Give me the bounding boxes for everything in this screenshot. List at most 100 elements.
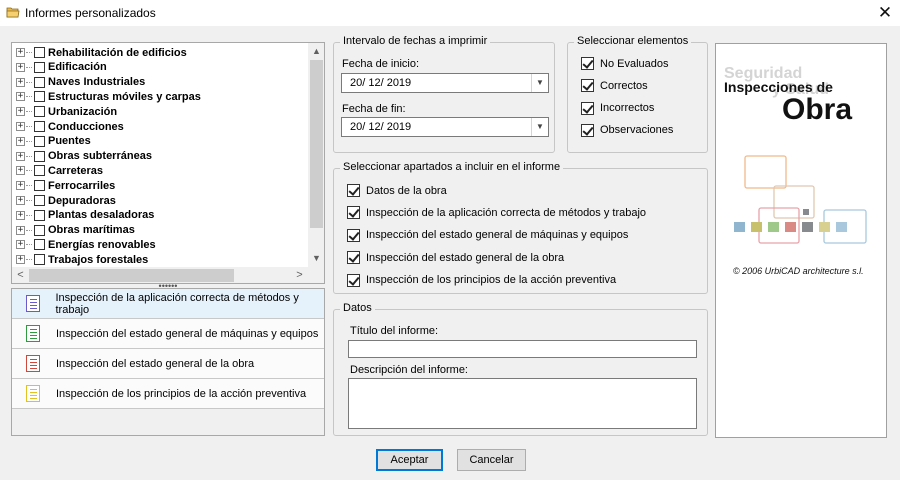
scroll-up-icon[interactable]: ▲	[308, 43, 324, 60]
tree-vertical-scrollbar[interactable]: ▲ ▼	[308, 43, 324, 267]
tree-item-checkbox[interactable]	[34, 91, 45, 103]
element-option[interactable]: No Evaluados	[581, 57, 669, 70]
expand-icon[interactable]: +	[16, 62, 25, 72]
tree-item-checkbox[interactable]	[34, 47, 45, 58]
tree-item-checkbox[interactable]	[34, 195, 45, 206]
section-option[interactable]: Inspección de los principios de la acció…	[347, 273, 617, 287]
report-item[interactable]: Inspección de la aplicación correcta de …	[12, 289, 324, 319]
expand-icon[interactable]: +	[16, 107, 25, 117]
report-item[interactable]: Inspección del estado general de máquina…	[12, 319, 324, 349]
tree-item[interactable]: + Carreteras	[16, 163, 103, 178]
tree-item-checkbox[interactable]	[34, 76, 45, 88]
tree-item-checkbox[interactable]	[34, 106, 45, 118]
section-checkbox[interactable]	[347, 273, 360, 287]
tree-horizontal-scroll-thumb[interactable]	[29, 269, 234, 282]
section-checkbox[interactable]	[347, 184, 360, 197]
element-checkbox[interactable]	[581, 123, 594, 137]
report-description-input[interactable]	[348, 378, 697, 429]
report-title-input[interactable]	[348, 340, 697, 358]
section-option[interactable]: Datos de la obra	[347, 184, 447, 197]
tree-item[interactable]: + Trabajos forestales	[16, 252, 148, 267]
tree-item[interactable]: + Depuradoras	[16, 193, 116, 208]
tree-item-checkbox[interactable]	[34, 150, 45, 162]
section-checkbox[interactable]	[347, 228, 360, 242]
expand-icon[interactable]: +	[16, 210, 25, 220]
tree-item-checkbox[interactable]	[34, 254, 45, 266]
tree-connector	[26, 66, 32, 68]
report-list[interactable]: Inspección de la aplicación correcta de …	[11, 288, 325, 436]
expand-icon[interactable]: +	[16, 92, 25, 102]
tree-item[interactable]: + Obras marítimas	[16, 223, 135, 238]
tree-item-checkbox[interactable]	[34, 224, 45, 236]
tree-item-checkbox[interactable]	[34, 239, 45, 251]
element-option[interactable]: Incorrectos	[581, 101, 654, 115]
accept-button[interactable]: Aceptar	[376, 449, 443, 471]
report-item[interactable]: Inspección del estado general de la obra	[12, 349, 324, 379]
cancel-button[interactable]: Cancelar	[457, 449, 526, 471]
tree-item-checkbox[interactable]	[34, 135, 45, 147]
tree-item[interactable]: + Urbanización	[16, 104, 117, 119]
chevron-down-icon[interactable]: ▼	[531, 118, 548, 136]
expand-icon[interactable]: +	[16, 240, 25, 250]
tree-item-label: Ferrocarriles	[48, 179, 116, 192]
tree-item[interactable]: + Plantas desaladoras	[16, 208, 154, 223]
expand-icon[interactable]: +	[16, 48, 25, 57]
element-checkbox[interactable]	[581, 57, 594, 70]
element-checkbox[interactable]	[581, 101, 594, 115]
scroll-right-icon[interactable]: >	[291, 267, 308, 283]
section-label: Inspección del estado general de la obra	[366, 251, 565, 264]
tree-item[interactable]: + Obras subterráneas	[16, 149, 152, 164]
tree-item[interactable]: + Edificación	[16, 60, 107, 75]
scroll-down-icon[interactable]: ▼	[308, 250, 324, 267]
report-document-icon	[26, 355, 40, 372]
section-option[interactable]: Inspección del estado general de la obra	[347, 251, 565, 265]
tree-item-checkbox[interactable]	[34, 209, 45, 221]
tree-connector	[26, 259, 32, 261]
section-checkbox[interactable]	[347, 206, 360, 220]
expand-icon[interactable]: +	[16, 122, 25, 131]
tree-item-checkbox[interactable]	[34, 121, 45, 132]
expand-icon[interactable]: +	[16, 196, 25, 205]
close-button[interactable]: ✕	[872, 2, 898, 24]
section-label: Inspección de los principios de la acció…	[366, 274, 617, 287]
end-date-picker[interactable]: 20/ 12/ 2019 ▼	[341, 117, 549, 137]
category-tree[interactable]: + Rehabilitación de edificios + Edificación…	[11, 42, 325, 284]
expand-icon[interactable]: +	[16, 77, 25, 87]
tree-item[interactable]: + Conducciones	[16, 119, 124, 134]
tree-item-label: Rehabilitación de edificios	[48, 46, 187, 59]
tree-vertical-scroll-thumb[interactable]	[310, 60, 323, 228]
tree-item[interactable]: + Naves Industriales	[16, 75, 145, 90]
section-checkbox[interactable]	[347, 251, 360, 265]
start-date-picker[interactable]: 20/ 12/ 2019 ▼	[341, 73, 549, 93]
element-checkbox[interactable]	[581, 79, 594, 93]
expand-icon[interactable]: +	[16, 181, 25, 191]
element-option[interactable]: Observaciones	[581, 123, 673, 137]
element-option[interactable]: Correctos	[581, 79, 648, 93]
tree-item-checkbox[interactable]	[34, 180, 45, 192]
tree-item-checkbox[interactable]	[34, 165, 45, 177]
expand-icon[interactable]: +	[16, 225, 25, 235]
tree-item[interactable]: + Puentes	[16, 134, 91, 149]
expand-icon[interactable]: +	[16, 255, 25, 265]
report-item[interactable]: Inspección de los principios de la acció…	[12, 379, 324, 409]
tree-item-label: Conducciones	[48, 120, 124, 133]
report-item-label: Inspección de la aplicación correcta de …	[55, 291, 299, 316]
expand-icon[interactable]: +	[16, 166, 25, 176]
report-title-label: Título del informe:	[350, 325, 439, 337]
section-option[interactable]: Inspección de la aplicación correcta de …	[347, 206, 646, 220]
tree-item-checkbox[interactable]	[34, 61, 45, 73]
tree-item[interactable]: + Rehabilitación de edificios	[16, 45, 187, 60]
tree-connector	[26, 155, 32, 157]
sections-group-label: Seleccionar apartados a incluir en el in…	[340, 161, 564, 173]
chevron-down-icon[interactable]: ▼	[531, 74, 548, 92]
section-option[interactable]: Inspección del estado general de máquina…	[347, 228, 628, 242]
tree-item[interactable]: + Energías renovables	[16, 237, 156, 252]
tree-item[interactable]: + Estructuras móviles y carpas	[16, 89, 201, 104]
start-date-value: 20/ 12/ 2019	[350, 77, 412, 89]
expand-icon[interactable]: +	[16, 151, 25, 161]
scroll-left-icon[interactable]: <	[12, 267, 29, 283]
logo-frame	[744, 155, 787, 189]
expand-icon[interactable]: +	[16, 136, 25, 146]
tree-item[interactable]: + Ferrocarriles	[16, 178, 115, 193]
tree-item-label: Edificación	[48, 61, 107, 74]
